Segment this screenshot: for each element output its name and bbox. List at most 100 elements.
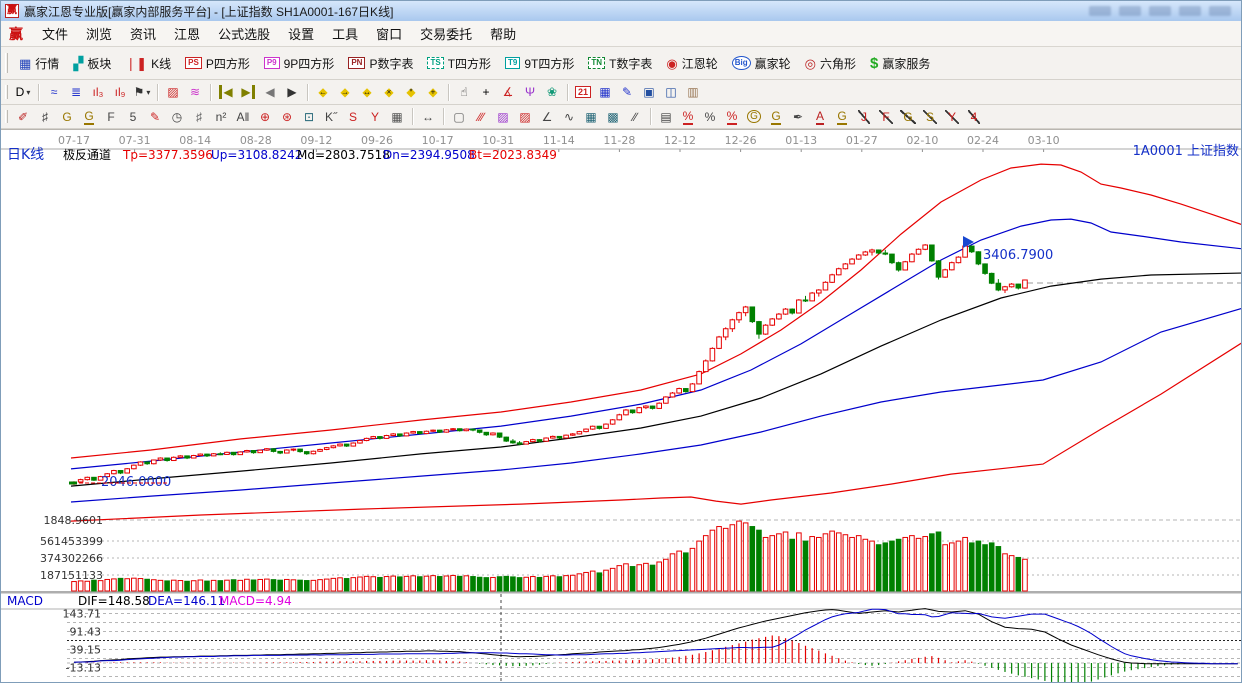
kline-button[interactable]: ❘❚ K线 <box>118 50 178 76</box>
ink-tool[interactable]: ✒ <box>787 107 809 127</box>
red-pen-tool[interactable]: ✎ <box>144 107 166 127</box>
p-square-button[interactable]: PS P四方形 <box>178 50 257 76</box>
grid-scale-tool[interactable]: ♯ <box>34 107 56 127</box>
time-cycle-tool[interactable]: ◷ <box>166 107 188 127</box>
chart-canvas[interactable]: 07-17 07-31 08-14 08-28 09-12 09-26 10-17 10-31… <box>1 130 1242 683</box>
menu-item-tools[interactable]: 工具 <box>323 21 367 46</box>
circle-star-tool[interactable]: ⊛ <box>276 107 298 127</box>
menu-item-settings[interactable]: 设置 <box>279 21 323 46</box>
winner-wheel-button[interactable]: Big 赢家轮 <box>725 50 798 76</box>
gold-angle-tool[interactable]: G <box>897 107 919 127</box>
sectors-button[interactable]: ▞ 板块 <box>66 50 118 76</box>
toolbar-grip[interactable] <box>5 84 8 100</box>
width-measure-tool[interactable]: ↔ <box>417 107 439 127</box>
percent-tool[interactable]: % <box>699 107 721 127</box>
toolbar-grip[interactable] <box>5 53 8 73</box>
window-control-icon[interactable] <box>1179 6 1201 16</box>
shen-tool[interactable]: S <box>342 107 364 127</box>
calendar-btn[interactable]: 21 <box>572 82 594 102</box>
color-histogram-btn[interactable]: ≋ <box>184 82 206 102</box>
gann-diamond-x-btn[interactable]: ◆ × <box>378 82 400 102</box>
rect-select-tool[interactable]: ▢ <box>448 107 470 127</box>
menu-item-formula-stock-picker[interactable]: 公式选股 <box>209 21 279 46</box>
fan-box-purple-tool[interactable]: ▨ <box>492 107 514 127</box>
gann-wheel-button[interactable]: ◉ 江恩轮 <box>659 50 724 76</box>
export-pc-btn[interactable]: ▥ <box>682 82 704 102</box>
quote-list-btn[interactable]: ≣ <box>65 82 87 102</box>
gold-grid-tool[interactable]: G <box>56 107 78 127</box>
angle-tool-btn[interactable]: ∡ <box>497 82 519 102</box>
gold-circle-tool[interactable]: G <box>743 107 765 127</box>
window-controls[interactable] <box>1089 6 1231 16</box>
gann-diamond-right-btn[interactable]: ◆ → <box>334 82 356 102</box>
menu-item-file[interactable]: 文件 <box>33 21 77 46</box>
percent-levels-tool[interactable]: % <box>721 107 743 127</box>
t-square-button[interactable]: TS T四方形 <box>420 50 498 76</box>
hexagon-button[interactable]: ◎ 六角形 <box>798 50 863 76</box>
zigzag-tool[interactable]: ∿ <box>558 107 580 127</box>
mirror-tool[interactable]: A‖ <box>232 107 254 127</box>
p9-square-button[interactable]: P9 9P四方形 <box>257 50 341 76</box>
save-web-btn[interactable]: ◫ <box>660 82 682 102</box>
menu-item-news[interactable]: 资讯 <box>121 21 165 46</box>
flag-dropdown[interactable]: ⚑ ▾ <box>131 82 153 102</box>
p-number-table-button[interactable]: PN P数字表 <box>341 50 420 76</box>
gold-underline-tool[interactable]: G <box>831 107 853 127</box>
t-number-table-button[interactable]: TN T数字表 <box>581 50 659 76</box>
fan-box-red-tool[interactable]: ▨ <box>514 107 536 127</box>
window-control-icon[interactable] <box>1209 6 1231 16</box>
notepad-btn[interactable]: ✎ <box>616 82 638 102</box>
menu-item-window[interactable]: 窗口 <box>367 21 411 46</box>
matrix-arrow-tool[interactable]: ▩ <box>602 107 624 127</box>
fibonacci-scale-tool[interactable]: F <box>100 107 122 127</box>
t9-square-button[interactable]: T9 9T四方形 <box>498 50 581 76</box>
window-control-icon[interactable] <box>1149 6 1171 16</box>
percent-line-tool[interactable]: % <box>677 107 699 127</box>
n-square-tool[interactable]: n² <box>210 107 232 127</box>
spiral5-tool[interactable]: 5 <box>122 107 144 127</box>
f-angle-tool[interactable]: F <box>875 107 897 127</box>
menu-item-gann[interactable]: 江恩 <box>165 21 209 46</box>
gann-diamond-star-btn[interactable]: ◆ * <box>400 82 422 102</box>
ying-angle-tool[interactable]: Y <box>941 107 963 127</box>
menu-item-browse[interactable]: 浏览 <box>77 21 121 46</box>
winner-service-button[interactable]: $ 赢家服务 <box>863 50 937 76</box>
parallel-lines-tool[interactable]: ∕∕ <box>624 107 646 127</box>
gold-grid2-tool[interactable]: G <box>78 107 100 127</box>
menu-item-trade-order[interactable]: 交易委托 <box>411 21 481 46</box>
number-grid-tool[interactable]: ▦ <box>386 107 408 127</box>
window-control-icon[interactable] <box>1119 6 1141 16</box>
save-btn[interactable]: ▣ <box>638 82 660 102</box>
compass-tool[interactable]: ✐ <box>12 107 34 127</box>
mini-bars-3-btn[interactable]: ıl₃ <box>87 82 109 102</box>
window-control-icon[interactable] <box>1089 6 1111 16</box>
toolbar-grip[interactable] <box>5 109 8 124</box>
j-angle-tool[interactable]: J <box>853 107 875 127</box>
next-btn[interactable]: ▶ <box>281 82 303 102</box>
gold-line-tool[interactable]: G <box>765 107 787 127</box>
pattern-box-btn[interactable]: ▨ <box>162 82 184 102</box>
menu-item-help[interactable]: 帮助 <box>481 21 525 46</box>
gann-diamond-cross-btn[interactable]: ◆ + <box>422 82 444 102</box>
bars-scale-tool[interactable]: ♯ <box>188 107 210 127</box>
circle-cross-tool[interactable]: ⊕ <box>254 107 276 127</box>
rays-tool[interactable]: ∠ <box>536 107 558 127</box>
gann-diamond-left-btn[interactable]: ◆ ← <box>312 82 334 102</box>
prev-btn[interactable]: ◀ <box>259 82 281 102</box>
level-bars-tool[interactable]: ▤ <box>655 107 677 127</box>
si-angle-tool[interactable]: 4 <box>963 107 985 127</box>
shen-angle-tool[interactable]: S <box>919 107 941 127</box>
wave-a-tool[interactable]: A <box>809 107 831 127</box>
last-page-btn[interactable]: ▶ <box>237 82 259 102</box>
grid-star-tool[interactable]: ⊡ <box>298 107 320 127</box>
ying-tool[interactable]: Y <box>364 107 386 127</box>
spiral-btn[interactable]: ❀ <box>541 82 563 102</box>
period-day-dropdown[interactable]: D ▾ <box>12 82 34 102</box>
k-line-mark-tool[interactable]: K˝ <box>320 107 342 127</box>
crosshair-btn[interactable]: + <box>475 82 497 102</box>
hand-tool-btn[interactable]: ☝ <box>453 82 475 102</box>
gann-gong-btn[interactable]: Ψ <box>519 82 541 102</box>
fan-lines-tool[interactable]: ∕∕∕ <box>470 107 492 127</box>
quotes-button[interactable]: ▦ 行情 <box>12 50 66 76</box>
first-page-btn[interactable]: ◀ <box>215 82 237 102</box>
